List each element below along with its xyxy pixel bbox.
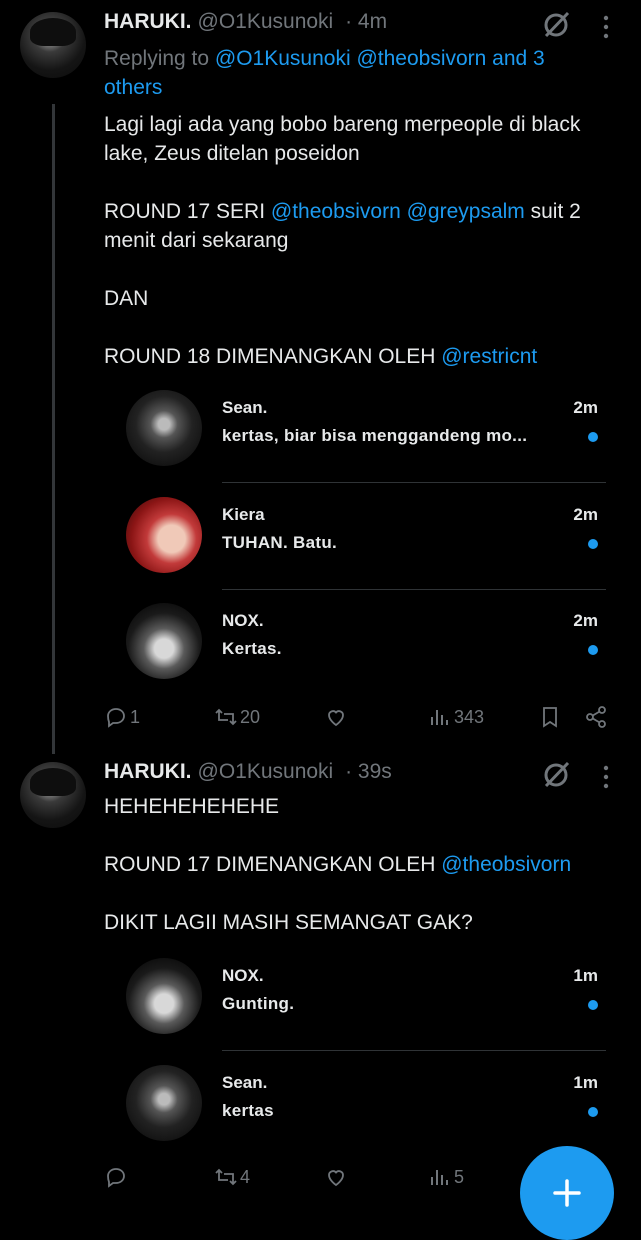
reply-icon	[107, 708, 125, 728]
tweet-paragraph: HEHEHEHEHEHE	[104, 795, 280, 818]
tweet-paragraph: DAN	[104, 287, 149, 310]
snippet-time: 2m	[573, 505, 598, 524]
reply-count: 1	[130, 706, 141, 727]
chat-snippet: Sean. kertas, biar bisa menggandeng mo..…	[126, 390, 606, 483]
snippet-message: kertas	[222, 1101, 274, 1120]
unread-dot	[588, 645, 598, 655]
unread-dot	[588, 432, 598, 442]
share-icon	[586, 706, 606, 728]
more-icon[interactable]	[591, 762, 621, 792]
snippet-message: TUHAN. Batu.	[222, 533, 338, 552]
tweet-paragraph: DIKIT LAGII MASIH SEMANGAT GAK?	[104, 911, 473, 934]
author-handle[interactable]: @O1Kusunoki	[198, 760, 334, 783]
snippet-name: Sean.	[222, 1073, 268, 1092]
tweet-text: HEHEHEHEHEHE ROUND 17 DIMENANGKAN OLEH @…	[104, 792, 624, 937]
bookmark-button[interactable]	[538, 702, 562, 732]
heart-icon	[328, 710, 344, 727]
unread-dot	[588, 1000, 598, 1010]
grok-icon[interactable]	[541, 760, 571, 790]
chat-snippet: NOX. Gunting. 1m	[126, 958, 606, 1051]
divider	[222, 589, 606, 590]
chat-snippet: Kiera TUHAN. Batu. 2m	[126, 497, 606, 590]
views-count: 343	[454, 706, 485, 727]
snippet-message: Gunting.	[222, 994, 295, 1013]
like-button[interactable]	[324, 1162, 348, 1192]
reply-icon	[107, 1168, 125, 1188]
chat-snippet: Sean. kertas 1m	[126, 1065, 606, 1155]
tweet-paragraph: ROUND 17 SERI @theobsivorn @greypsalm su…	[104, 200, 581, 252]
snippet-message: Kertas.	[222, 639, 282, 658]
unread-dot	[588, 539, 598, 549]
views-button[interactable]: 343	[428, 702, 484, 732]
avatar	[126, 1065, 202, 1141]
bookmark-icon	[543, 707, 557, 728]
views-icon	[431, 710, 448, 725]
divider	[222, 482, 606, 483]
repost-count: 4	[240, 1166, 251, 1187]
avatar	[126, 958, 202, 1034]
thread-connector-line	[52, 104, 55, 754]
snippet-name: Sean.	[222, 398, 268, 417]
snippet-time: 1m	[573, 966, 598, 985]
grok-icon[interactable]	[541, 10, 571, 40]
views-count: 5	[454, 1166, 465, 1187]
views-button[interactable]: 5	[428, 1162, 464, 1192]
tweet-text: Lagi lagi ada yang bobo bareng merpeople…	[104, 110, 624, 371]
avatar	[126, 497, 202, 573]
repost-button[interactable]: 4	[214, 1162, 250, 1192]
snippet-message: kertas, biar bisa menggandeng mo...	[222, 426, 528, 445]
unread-dot	[588, 1107, 598, 1117]
heart-icon	[328, 1170, 344, 1187]
snippet-time: 1m	[573, 1073, 598, 1092]
mention-link[interactable]: @theobsivorn @greypsalm	[271, 200, 525, 223]
snippet-time: 2m	[573, 398, 598, 417]
tweet-actions: 1 20 343	[104, 702, 614, 732]
snippet-name: NOX.	[222, 611, 264, 630]
author-name[interactable]: HARUKI.	[104, 760, 192, 783]
replying-to: Replying to @O1Kusunoki @theobsivorn and…	[104, 44, 604, 102]
compose-button[interactable]	[520, 1146, 614, 1240]
avatar	[126, 603, 202, 679]
chat-snippet: NOX. Kertas. 2m	[126, 603, 606, 693]
avatar[interactable]	[20, 12, 86, 78]
snippet-time: 2m	[573, 611, 598, 630]
snippet-name: Kiera	[222, 505, 265, 524]
snippet-name: NOX.	[222, 966, 264, 985]
repost-icon	[215, 1168, 237, 1186]
replying-prefix: Replying to	[104, 47, 210, 70]
more-icon[interactable]	[591, 12, 621, 42]
mention-link[interactable]: @theobsivorn	[441, 853, 571, 876]
avatar	[126, 390, 202, 466]
tweet-paragraph: ROUND 18 DIMENANGKAN OLEH @restricnt	[104, 345, 538, 368]
author-name[interactable]: HARUKI.	[104, 10, 192, 33]
share-button[interactable]	[584, 702, 608, 732]
repost-icon	[215, 708, 237, 726]
avatar[interactable]	[20, 762, 86, 828]
tweet-time[interactable]: · 4m	[345, 10, 387, 33]
repost-button[interactable]: 20	[214, 702, 260, 732]
tweet-paragraph: ROUND 17 DIMENANGKAN OLEH @theobsivorn	[104, 853, 572, 876]
author-handle[interactable]: @O1Kusunoki	[198, 10, 334, 33]
tweet-paragraph: Lagi lagi ada yang bobo bareng merpeople…	[104, 113, 581, 165]
repost-count: 20	[240, 706, 261, 727]
plus-icon	[553, 1179, 581, 1207]
divider	[222, 1050, 606, 1051]
reply-button[interactable]	[104, 1162, 130, 1192]
views-icon	[431, 1170, 448, 1185]
reply-button[interactable]: 1	[104, 702, 140, 732]
like-button[interactable]	[324, 702, 348, 732]
mention-link[interactable]: @restricnt	[441, 345, 537, 368]
tweet-time[interactable]: · 39s	[345, 760, 392, 783]
